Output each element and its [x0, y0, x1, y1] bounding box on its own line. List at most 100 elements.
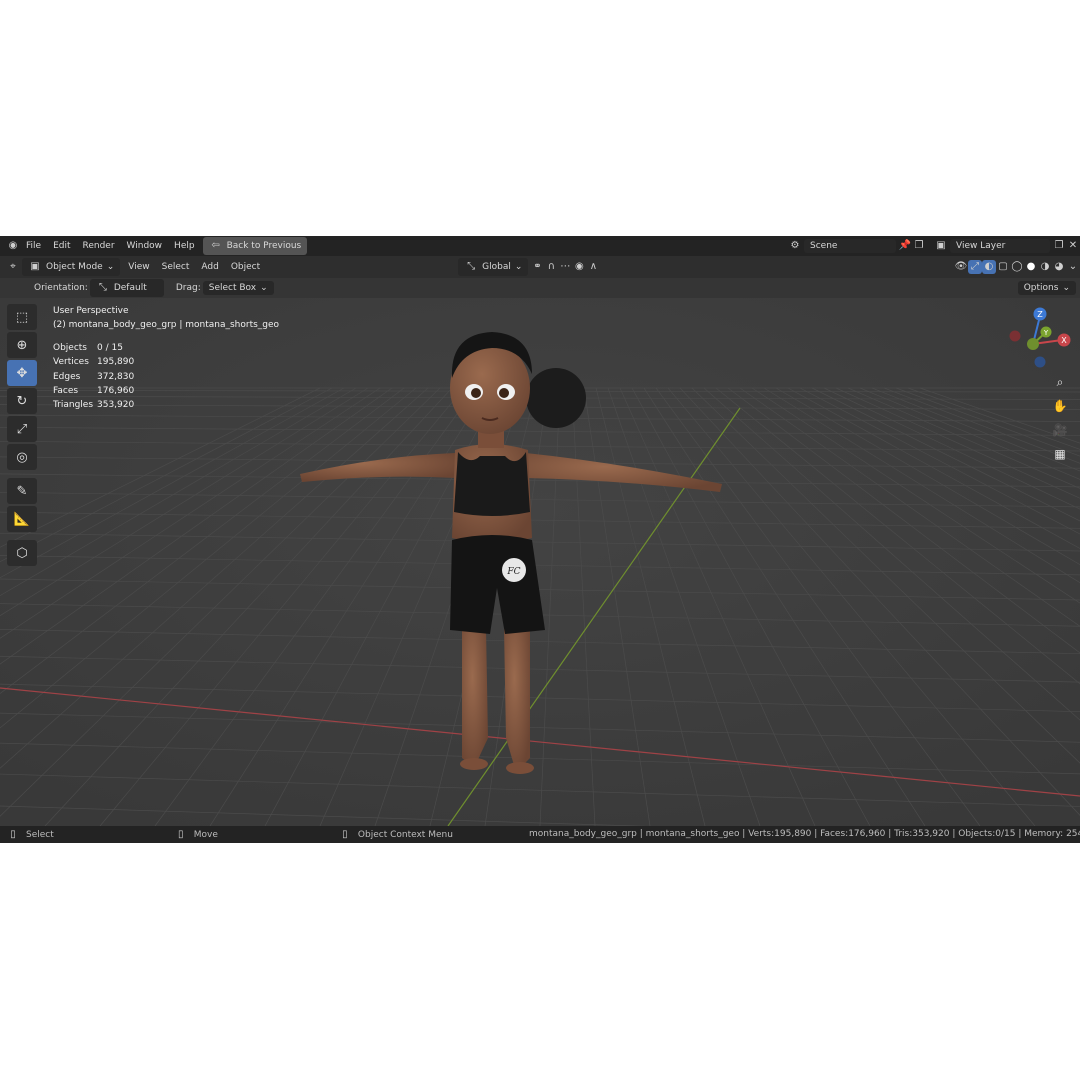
header-menu-select[interactable]: Select: [156, 262, 196, 272]
new-view-layer-icon[interactable]: ❐: [1052, 239, 1066, 253]
stat-row: Triangles 353,920: [53, 398, 279, 412]
blender-logo-icon[interactable]: ◉: [6, 239, 20, 253]
header-menu-add[interactable]: Add: [195, 262, 224, 272]
transform-orientation-label: Global: [482, 262, 511, 272]
menu-render[interactable]: Render: [77, 241, 121, 251]
wireframe-shading-icon[interactable]: ◯: [1010, 260, 1024, 274]
3d-viewport[interactable]: FC ⬚ ⊕ ✥ ↻ ⤢ ◎ ✎ 📐 ⬡ User Perspective (2…: [0, 298, 1080, 826]
transform-tool-icon[interactable]: ◎: [7, 444, 37, 470]
orientation-dropdown[interactable]: ⤡ Default: [89, 279, 164, 297]
status-bar: ▯ Select ▯ Move ▯ Object Context Menu mo…: [0, 826, 1080, 843]
overlays-icon[interactable]: ◐: [982, 260, 996, 274]
view-layer-icon[interactable]: ▣: [934, 239, 948, 253]
status-select: ▯ Select: [6, 828, 54, 842]
back-icon: ⇦: [211, 240, 220, 251]
navigation-gizmo[interactable]: Z X Y: [1000, 300, 1080, 380]
stat-value: 0 / 15: [97, 342, 123, 353]
proportional-edit-icon[interactable]: ◉: [572, 260, 586, 274]
shorts-logo-text: FC: [506, 567, 520, 577]
rendered-shading-icon[interactable]: ◕: [1052, 260, 1066, 274]
left-pupil: [471, 388, 481, 398]
viewport-header: ⌖ ▣ Object Mode ⌄ View Select Add Object…: [0, 256, 1080, 278]
options-label: Options: [1023, 283, 1059, 293]
measure-tool-icon[interactable]: 📐: [7, 506, 37, 532]
stat-label: Triangles: [53, 400, 94, 411]
options-dropdown[interactable]: Options ⌄: [1017, 281, 1076, 295]
gizmo-z-label: Z: [1037, 310, 1043, 319]
scene-selector[interactable]: Scene: [804, 239, 896, 253]
scene-icon[interactable]: ⚙: [788, 239, 802, 253]
back-to-previous-label: Back to Previous: [226, 241, 302, 251]
material-shading-icon[interactable]: ◑: [1038, 260, 1052, 274]
zoom-icon[interactable]: ⌕: [1050, 372, 1070, 392]
scale-tool-icon[interactable]: ⤢: [7, 416, 37, 442]
hair-bun: [526, 368, 586, 428]
menu-help[interactable]: Help: [168, 241, 201, 251]
stat-value: 176,960: [97, 386, 135, 397]
perspective-grid-icon[interactable]: ▦: [1050, 444, 1070, 464]
menu-window[interactable]: Window: [121, 241, 169, 251]
stat-value: 372,830: [97, 371, 135, 382]
select-box-tool-icon[interactable]: ⬚: [7, 304, 37, 330]
snap-magnet-icon[interactable]: ∩: [544, 260, 558, 274]
solid-shading-icon[interactable]: ●: [1024, 260, 1038, 274]
view-layer-name: View Layer: [956, 241, 1006, 251]
drag-dropdown[interactable]: Select Box ⌄: [202, 281, 274, 295]
gizmo-neg-y-axis[interactable]: [1027, 338, 1039, 350]
viewport-info-overlay: User Perspective (2) montana_body_geo_gr…: [53, 304, 279, 413]
xray-icon[interactable]: ▢: [996, 260, 1010, 274]
left-toolbar: ⬚ ⊕ ✥ ↻ ⤢ ◎ ✎ 📐 ⬡: [7, 304, 39, 568]
pivot-point-icon[interactable]: ⚭: [530, 260, 544, 274]
gizmo-y-label: Y: [1043, 329, 1049, 337]
header-menu-object[interactable]: Object: [225, 262, 266, 272]
gizmo-toggle-icon[interactable]: ⤢: [968, 260, 982, 274]
blender-window: ◉ File Edit Render Window Help ⇦ Back to…: [0, 236, 1080, 843]
falloff-icon[interactable]: ∧: [586, 260, 600, 274]
status-scene-info: montana_body_geo_grp | montana_shorts_ge…: [529, 829, 1080, 839]
left-foot: [460, 758, 488, 770]
mouse-left-icon: ▯: [10, 828, 16, 840]
stat-label: Edges: [53, 371, 81, 382]
orientation-icon: ⤡: [98, 282, 107, 293]
right-foot: [506, 762, 534, 774]
remove-view-layer-icon[interactable]: ✕: [1066, 239, 1080, 253]
gizmo-x-label: X: [1061, 336, 1067, 345]
move-tool-icon[interactable]: ✥: [7, 360, 37, 386]
stat-label: Vertices: [53, 357, 89, 368]
header-menu-view[interactable]: View: [122, 262, 155, 272]
stat-row: Objects 0 / 15: [53, 341, 279, 355]
orientation-value: Default: [113, 283, 147, 293]
cursor-tool-icon[interactable]: ⊕: [7, 332, 37, 358]
back-to-previous-button[interactable]: ⇦ Back to Previous: [202, 237, 308, 255]
new-scene-icon[interactable]: ❐: [912, 239, 926, 253]
visibility-eye-icon[interactable]: 👁: [954, 260, 968, 274]
camera-view-icon[interactable]: 🎥: [1050, 420, 1070, 440]
snap-target-icon[interactable]: ⋯: [558, 260, 572, 274]
add-cube-tool-icon[interactable]: ⬡: [7, 540, 37, 566]
rotate-tool-icon[interactable]: ↻: [7, 388, 37, 414]
top-menu-bar: ◉ File Edit Render Window Help ⇦ Back to…: [0, 236, 1080, 256]
scene-statistics: Objects 0 / 15 Vertices 195,890 Edges 372,8…: [53, 341, 279, 413]
gizmo-neg-z-axis[interactable]: [1034, 356, 1046, 368]
status-move: ▯ Move: [174, 828, 218, 842]
status-context-menu: ▯ Object Context Menu: [338, 828, 453, 842]
scene-name: Scene: [810, 241, 838, 251]
view-layer-selector[interactable]: View Layer: [950, 239, 1050, 253]
transform-orientation-dropdown[interactable]: ⤡ Global ⌄: [458, 258, 529, 276]
editor-type-icon[interactable]: ⌖: [6, 260, 20, 274]
active-selection-label: (2) montana_body_geo_grp | montana_short…: [53, 320, 280, 331]
view-perspective-label: User Perspective: [53, 306, 129, 316]
annotate-tool-icon[interactable]: ✎: [7, 478, 37, 504]
drag-value: Select Box: [208, 283, 257, 293]
chevron-down-icon: ⌄: [260, 283, 268, 293]
stat-row: Vertices 195,890: [53, 355, 279, 369]
menu-edit[interactable]: Edit: [47, 241, 76, 251]
shading-options-icon[interactable]: ⌄: [1066, 260, 1080, 274]
pin-icon[interactable]: 📌: [898, 239, 912, 253]
stat-value: 195,890: [97, 357, 135, 368]
pan-hand-icon[interactable]: ✋: [1050, 396, 1070, 416]
object-mode-dropdown[interactable]: ▣ Object Mode ⌄: [22, 258, 121, 276]
status-select-label: Select: [26, 829, 54, 840]
menu-file[interactable]: File: [20, 241, 47, 251]
gizmo-neg-x-axis[interactable]: [1009, 330, 1021, 342]
